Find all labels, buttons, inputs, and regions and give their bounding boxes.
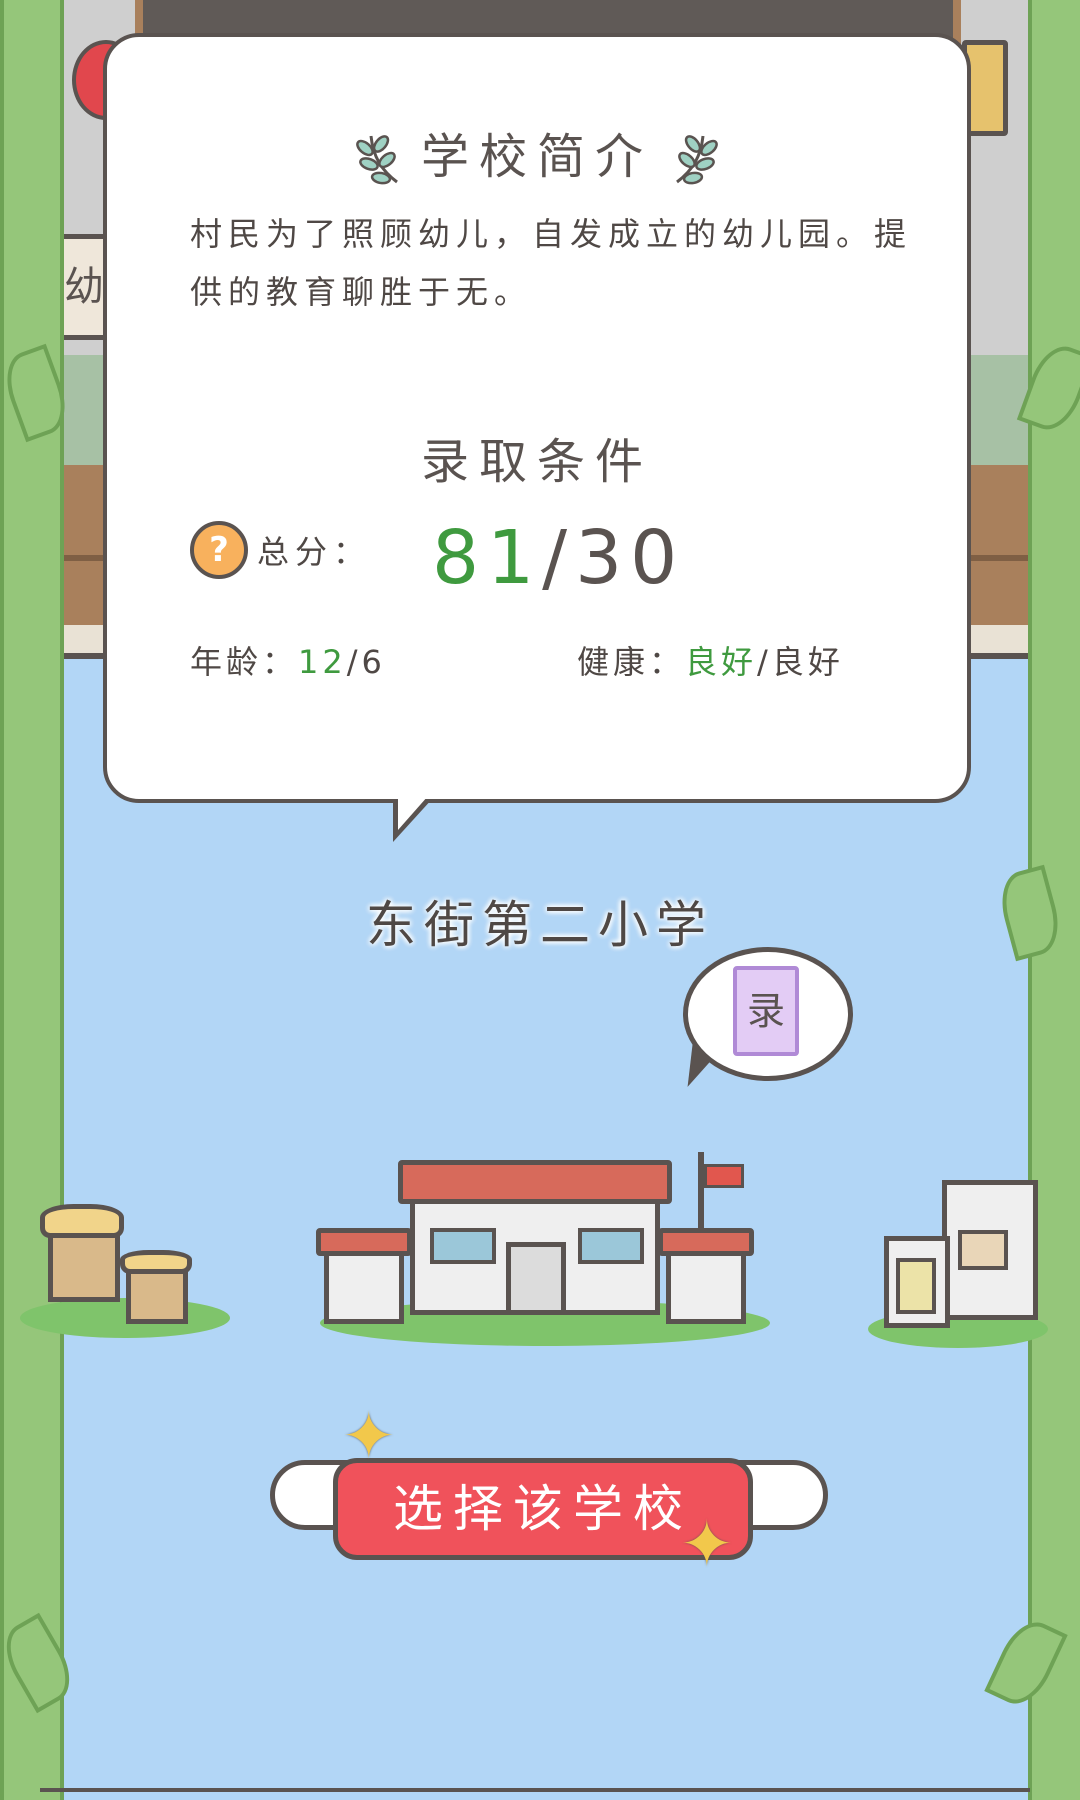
intro-title: 学校简介	[420, 129, 653, 185]
sparkle-icon: ✦	[680, 1508, 734, 1582]
card-tail-inner	[398, 796, 428, 830]
health-requirement: 健康：良好/良好	[577, 637, 844, 683]
school-name: 东街第二小学	[366, 896, 714, 954]
score-current: 81	[432, 515, 543, 601]
admission-card-icon: 录	[733, 966, 799, 1056]
school-door	[506, 1242, 566, 1315]
sparkle-icon: ✦	[342, 1400, 396, 1474]
school-main-roof	[398, 1160, 672, 1204]
age-required: /6	[346, 643, 386, 681]
age-current: 12	[298, 643, 347, 681]
flag-icon	[704, 1164, 744, 1188]
health-current: 良好	[685, 643, 758, 681]
school-side-roof	[316, 1228, 412, 1256]
hut-wall	[48, 1230, 120, 1302]
intro-text: 村民为了照顾幼儿，自发成立的幼儿园。提供的教育聊胜于无。	[190, 215, 913, 311]
next-school-building[interactable]	[868, 1180, 1048, 1350]
school-info-card: 学校简介 村民为了照顾幼儿，自发成立的幼儿园。提供的教育聊胜于无。 录取条件 ?…	[103, 33, 971, 803]
age-requirement: 年龄：12/6	[190, 637, 386, 683]
age-label: 年龄：	[190, 643, 299, 681]
building-window	[958, 1230, 1008, 1270]
health-label: 健康：	[577, 643, 686, 681]
school-window	[430, 1228, 496, 1264]
laurel-icon	[356, 135, 398, 185]
score-required: /30	[542, 515, 686, 601]
help-icon[interactable]: ?	[190, 521, 248, 579]
building-door	[896, 1258, 936, 1314]
health-required: /良好	[757, 643, 844, 681]
school-side-roof	[658, 1228, 754, 1256]
total-score-label: 总分：	[257, 533, 372, 571]
laurel-icon	[676, 135, 718, 185]
hut-roof	[40, 1204, 124, 1238]
game-screen: 幼 学校简介 村民为了照顾幼儿，自发成立的幼儿园。提供的教育聊胜于无。 录取条件…	[0, 0, 1080, 1800]
grass-patch	[20, 1298, 230, 1338]
prev-school-building[interactable]	[20, 1190, 230, 1350]
school-building[interactable]	[310, 1150, 770, 1350]
total-score: 81/30	[432, 515, 685, 601]
bottom-divider	[40, 1788, 1030, 1792]
requirements-title: 录取条件	[420, 434, 653, 490]
intro-heading: 学校简介	[107, 117, 967, 190]
hut-roof-small	[120, 1250, 192, 1274]
school-window	[578, 1228, 644, 1264]
